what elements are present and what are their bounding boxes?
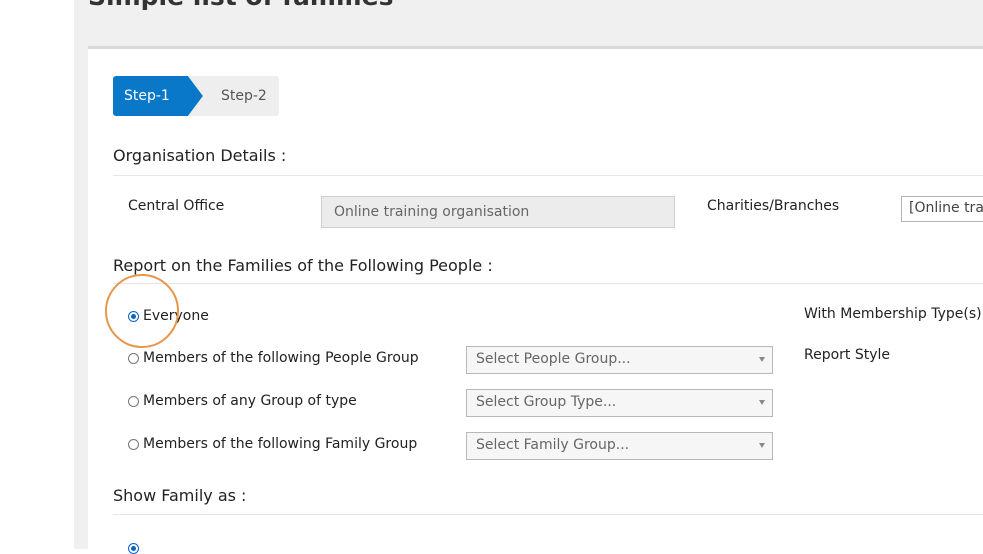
caret-down-icon	[759, 443, 765, 448]
membership-types-label: With Membership Type(s) :	[804, 306, 983, 322]
caret-down-icon	[759, 400, 765, 405]
radio-icon[interactable]	[128, 395, 139, 407]
group-type-option[interactable]: Members of any Group of type	[128, 393, 357, 409]
radio-icon[interactable]	[128, 438, 139, 450]
people-group-option[interactable]: Members of the following People Group	[128, 350, 419, 366]
charities-branches-label: Charities/Branches	[707, 198, 840, 214]
group-type-select[interactable]: Select Group Type...	[466, 389, 773, 417]
central-office-label: Central Office	[128, 198, 225, 214]
report-style-label: Report Style	[804, 347, 891, 363]
page-title: Simple list of families	[88, 0, 394, 11]
group-type-label: Members of any Group of type	[143, 393, 357, 409]
step-1-tab[interactable]: Step-1	[113, 76, 203, 116]
everyone-option[interactable]: Everyone	[128, 308, 209, 324]
people-group-select-value: Select People Group...	[476, 351, 631, 367]
form-panel	[88, 49, 983, 549]
people-group-label: Members of the following People Group	[143, 350, 419, 366]
section-divider	[113, 283, 983, 284]
step-2-label: Step-2	[221, 88, 267, 104]
people-group-select[interactable]: Select People Group...	[466, 346, 773, 374]
group-type-select-value: Select Group Type...	[476, 394, 617, 410]
left-gutter	[0, 0, 74, 549]
charities-branches-select[interactable]: [Online trair	[901, 196, 983, 222]
radio-checked-icon[interactable]	[128, 310, 139, 322]
show-family-heading: Show Family as :	[113, 486, 247, 505]
family-group-label: Members of the following Family Group	[143, 436, 418, 452]
family-group-select[interactable]: Select Family Group...	[466, 432, 773, 460]
family-group-option[interactable]: Members of the following Family Group	[128, 436, 417, 452]
central-office-field: Online training organisation	[321, 196, 675, 228]
report-on-heading: Report on the Families of the Following …	[113, 256, 493, 275]
radio-icon[interactable]	[128, 352, 139, 364]
caret-down-icon	[759, 357, 765, 362]
organisation-details-heading: Organisation Details :	[113, 146, 287, 165]
step-1-label: Step-1	[124, 88, 170, 104]
family-group-select-value: Select Family Group...	[476, 437, 630, 453]
section-divider	[113, 514, 983, 515]
everyone-label: Everyone	[143, 308, 209, 324]
section-divider	[113, 175, 983, 176]
